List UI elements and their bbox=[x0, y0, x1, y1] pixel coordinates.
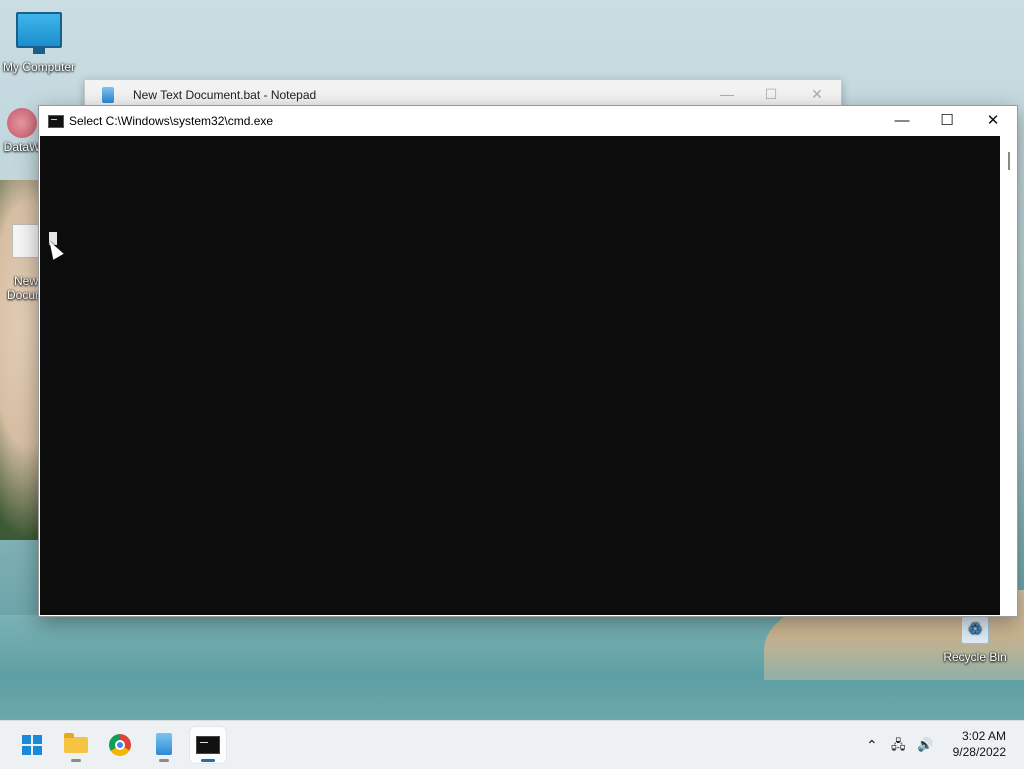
chrome-icon bbox=[109, 734, 131, 756]
console-area[interactable] bbox=[40, 136, 1000, 615]
title-bar[interactable]: Select C:\Windows\system32\cmd.exe — ☐ ✕ bbox=[39, 106, 1017, 136]
cmd-icon bbox=[196, 736, 220, 754]
close-button[interactable]: ✕ bbox=[978, 111, 1008, 131]
taskbar-chrome[interactable] bbox=[102, 727, 138, 763]
active-indicator bbox=[201, 759, 215, 762]
taskbar-notepad[interactable] bbox=[146, 727, 182, 763]
minimize-button[interactable]: — bbox=[887, 111, 917, 131]
clock[interactable]: 3:02 AM 9/28/2022 bbox=[953, 728, 1006, 760]
taskbar-file-explorer[interactable] bbox=[58, 727, 94, 763]
taskbar-command-prompt[interactable] bbox=[190, 727, 226, 763]
desktop-icon-recycle-bin[interactable]: ♻ Recycle Bin bbox=[935, 616, 1015, 664]
show-hidden-icons-chevron-icon[interactable]: ⌃ bbox=[866, 721, 878, 769]
close-button[interactable]: ✕ bbox=[807, 86, 827, 103]
window-title: New Text Document.bat - Notepad bbox=[133, 88, 317, 102]
folder-icon bbox=[64, 733, 88, 753]
cmd-icon bbox=[48, 115, 64, 128]
clock-date: 9/28/2022 bbox=[952, 745, 1006, 759]
notepad-icon bbox=[156, 733, 172, 755]
maximize-button[interactable]: ☐ bbox=[761, 86, 781, 103]
maximize-button[interactable]: ☐ bbox=[932, 111, 962, 131]
minimize-button[interactable]: — bbox=[717, 86, 737, 102]
network-icon[interactable]: 🖧 bbox=[891, 721, 906, 769]
windows-logo-icon bbox=[22, 735, 42, 755]
vertical-scrollbar[interactable] bbox=[1001, 136, 1017, 615]
app-shortcut-icon bbox=[7, 108, 37, 138]
window-title: Select C:\Windows\system32\cmd.exe bbox=[69, 114, 274, 128]
start-button[interactable] bbox=[14, 727, 50, 763]
monitor-icon bbox=[16, 12, 62, 54]
notepad-icon bbox=[102, 87, 114, 103]
taskbar: ⌃ 🖧 🔊 3:02 AM 9/28/2022 bbox=[0, 720, 1024, 769]
running-indicator bbox=[159, 759, 169, 762]
file-icon bbox=[12, 224, 40, 258]
scrollbar-thumb[interactable] bbox=[1008, 152, 1010, 170]
volume-icon[interactable]: 🔊 bbox=[917, 721, 933, 769]
desktop-icon-label: Recycle Bin bbox=[943, 650, 1007, 664]
desktop-icon-label: My Computer bbox=[2, 60, 76, 74]
clock-time: 3:02 AM bbox=[961, 729, 1006, 743]
cmd-window[interactable]: Select C:\Windows\system32\cmd.exe — ☐ ✕ bbox=[38, 105, 1018, 617]
recycle-bin-icon: ♻ bbox=[961, 616, 989, 644]
desktop-icon-my-computer[interactable]: My Computer bbox=[0, 12, 79, 74]
running-indicator bbox=[71, 759, 81, 762]
